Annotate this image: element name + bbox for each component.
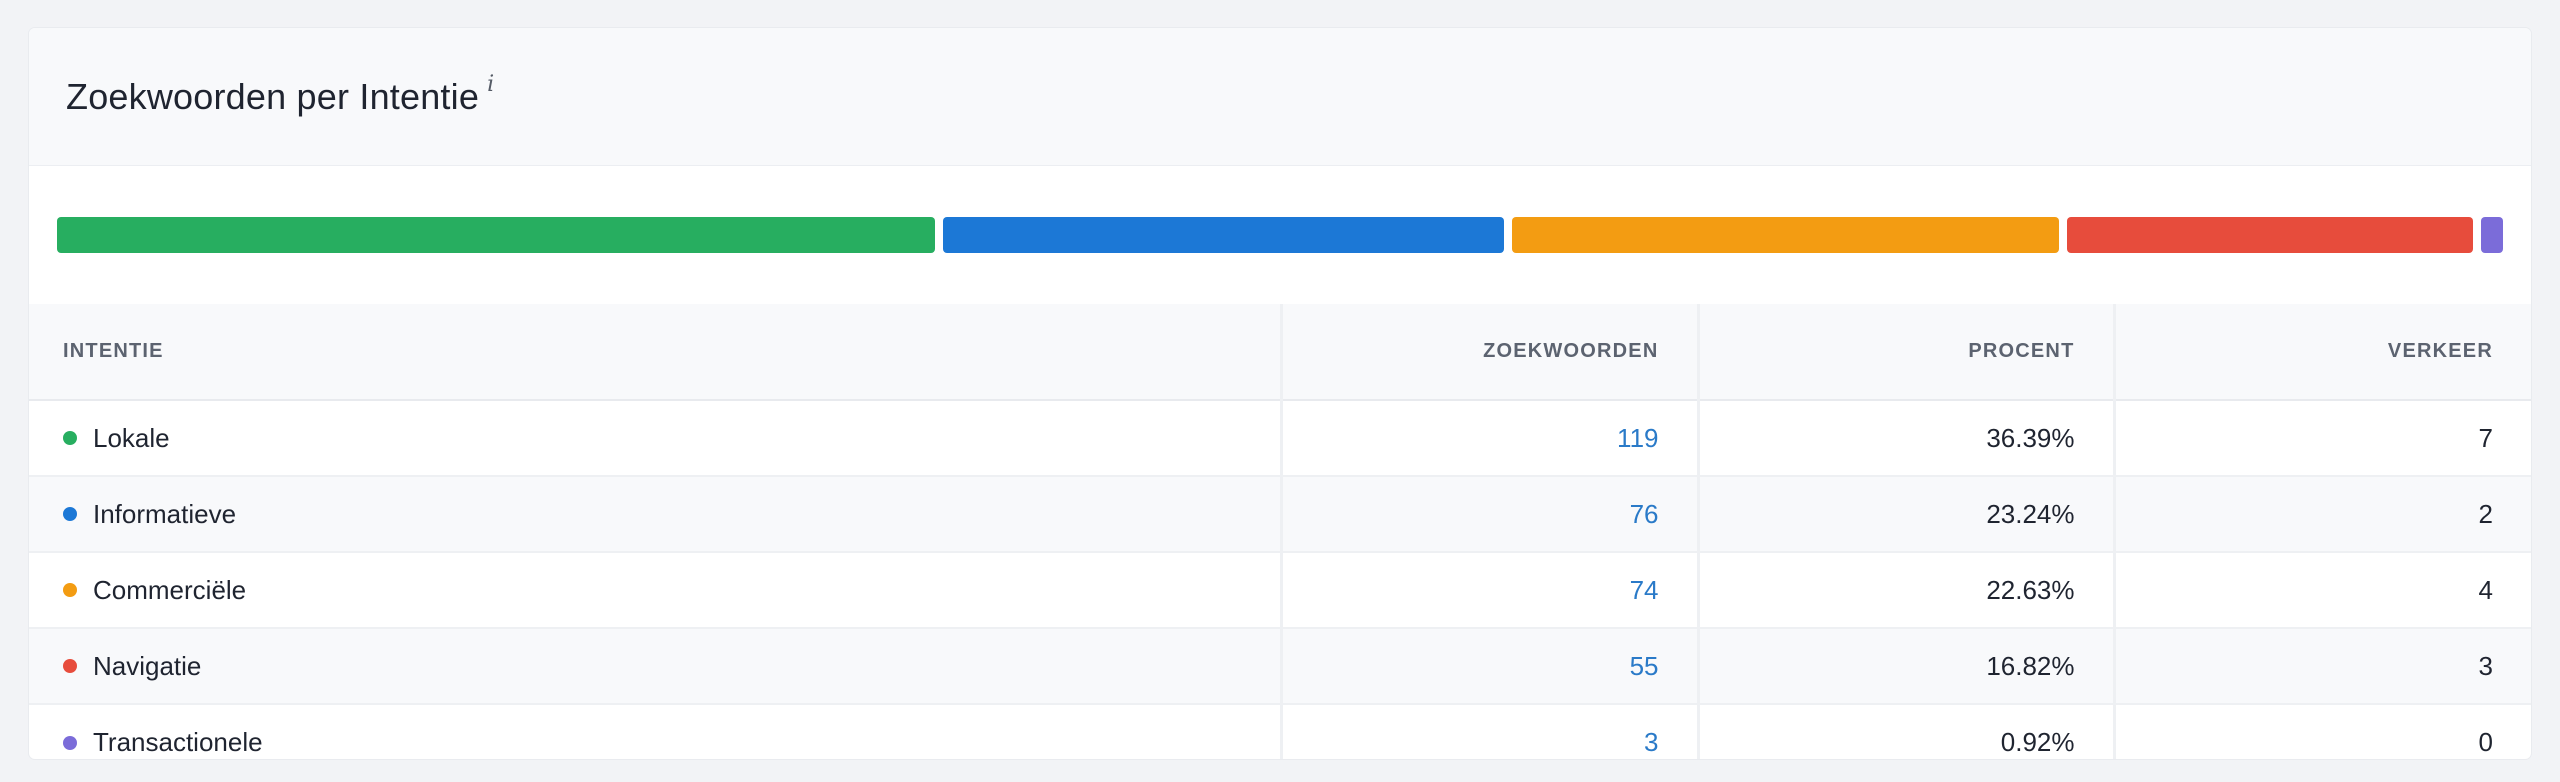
intent-card: Zoekwoorden per Intentie i Intentie Zoek… xyxy=(29,28,2531,759)
column-header-keywords[interactable]: Zoekwoorden xyxy=(1281,304,1700,401)
column-header-intent[interactable]: Intentie xyxy=(29,304,1283,401)
table-row[interactable]: Informatieve 76 23.24% 2 xyxy=(29,476,2531,553)
card-title: Zoekwoorden per Intentie xyxy=(66,75,480,117)
bar-segment-transactionele[interactable] xyxy=(2480,217,2503,253)
distribution-bar-track xyxy=(57,217,2503,253)
intent-label: Navigatie xyxy=(93,650,202,681)
intent-label: Transactionele xyxy=(93,727,263,757)
card-header: Zoekwoorden per Intentie i xyxy=(29,28,2531,166)
bar-segment-commerciële[interactable] xyxy=(1512,217,2059,253)
cell-traffic: 7 xyxy=(2114,400,2531,477)
bar-segment-lokale[interactable] xyxy=(57,217,936,253)
cell-percent: 16.82% xyxy=(1698,628,2116,705)
cell-intent: Transactionele xyxy=(29,704,1283,759)
cell-traffic: 3 xyxy=(2114,628,2531,705)
intent-label: Commerciële xyxy=(93,574,247,605)
cell-traffic: 4 xyxy=(2114,552,2531,629)
table-row[interactable]: Commerciële 74 22.63% 4 xyxy=(29,552,2531,629)
cell-percent: 23.24% xyxy=(1698,476,2116,553)
cell-intent: Commerciële xyxy=(29,552,1283,629)
keywords-count-link[interactable]: 3 xyxy=(1644,727,1658,757)
intent-label: Lokale xyxy=(93,422,170,453)
bar-segment-informatieve[interactable] xyxy=(943,217,1505,253)
cell-keywords: 119 xyxy=(1281,400,1700,477)
info-icon[interactable]: i xyxy=(487,72,494,97)
cell-percent: 22.63% xyxy=(1698,552,2116,629)
intent-color-dot-icon xyxy=(63,659,77,673)
keywords-count-link[interactable]: 55 xyxy=(1630,651,1659,681)
table-row[interactable]: Navigatie 55 16.82% 3 xyxy=(29,628,2531,705)
cell-percent: 0.92% xyxy=(1698,704,2116,759)
intent-color-dot-icon xyxy=(63,431,77,445)
column-header-traffic[interactable]: Verkeer xyxy=(2114,304,2531,401)
keywords-count-link[interactable]: 76 xyxy=(1630,499,1659,529)
cell-traffic: 0 xyxy=(2478,727,2493,757)
cell-keywords: 76 xyxy=(1281,476,1700,553)
cell-percent: 36.39% xyxy=(1698,400,2116,477)
keywords-count-link[interactable]: 119 xyxy=(1617,423,1658,453)
cell-keywords: 74 xyxy=(1281,552,1700,629)
intent-color-dot-icon xyxy=(63,735,77,750)
keywords-count-link[interactable]: 74 xyxy=(1630,575,1659,605)
intent-label: Informatieve xyxy=(93,498,237,529)
intent-distribution-bar xyxy=(29,166,2531,304)
intent-color-dot-icon xyxy=(63,583,77,597)
column-header-percent[interactable]: Procent xyxy=(1698,304,2116,401)
cell-intent: Informatieve xyxy=(29,476,1283,553)
cell-traffic: 2 xyxy=(2114,476,2531,553)
table-row[interactable]: Lokale 119 36.39% 7 xyxy=(29,400,2531,477)
intent-color-dot-icon xyxy=(63,507,77,521)
intent-table: Intentie Zoekwoorden Procent Verkeer Lok… xyxy=(29,304,2531,759)
bar-segment-navigatie[interactable] xyxy=(2066,217,2473,253)
cell-keywords: 55 xyxy=(1281,628,1700,705)
table-body: Lokale 119 36.39% 7 Informatieve 76 23.24% 2 Com… xyxy=(29,400,2531,759)
cell-intent: Navigatie xyxy=(29,628,1283,705)
table-row[interactable]: Transactionele 3 0.92% 0 xyxy=(29,704,2531,759)
cell-intent: Lokale xyxy=(29,400,1283,477)
cell-keywords: 3 xyxy=(1281,704,1700,759)
table-header-row: Intentie Zoekwoorden Procent Verkeer xyxy=(29,304,2531,401)
